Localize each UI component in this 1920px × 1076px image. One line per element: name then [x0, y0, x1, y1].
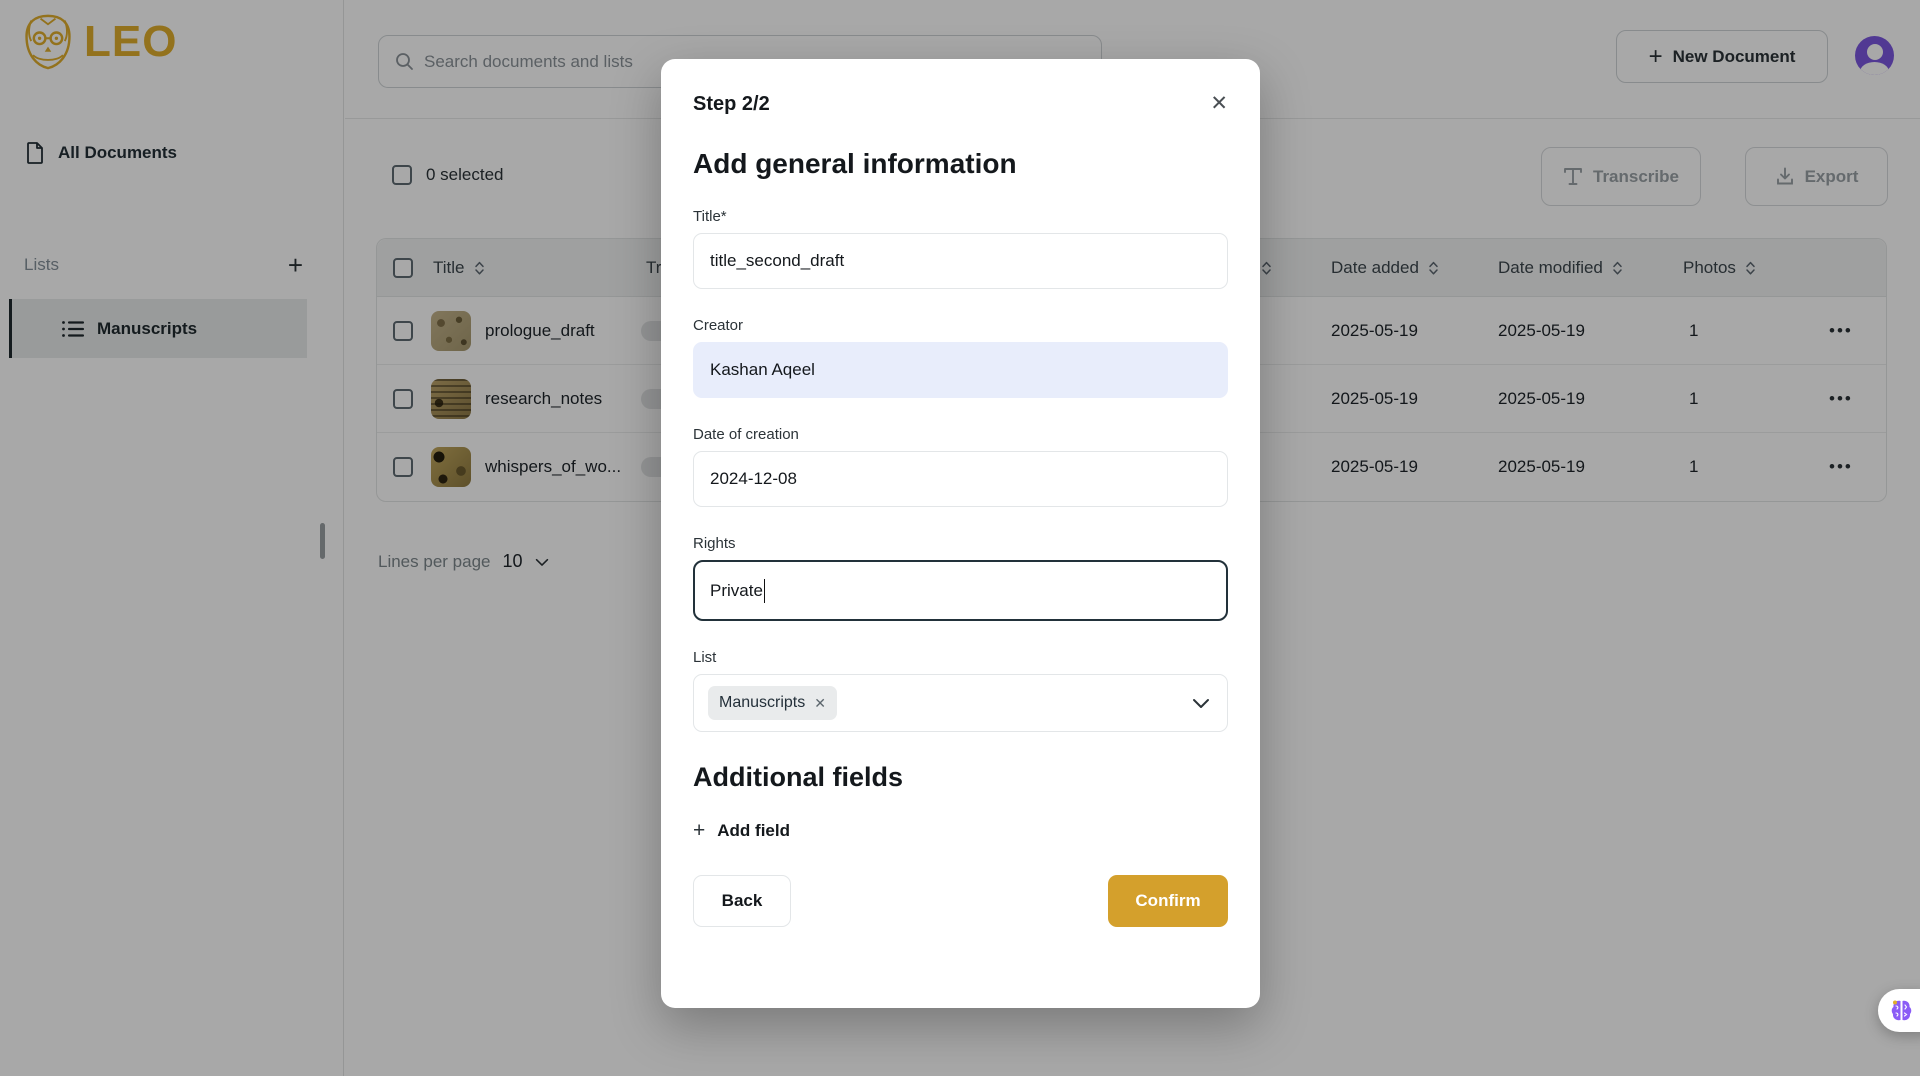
rights-input-value: Private — [710, 581, 763, 601]
list-chip-label: Manuscripts — [719, 694, 805, 712]
chevron-down-icon[interactable] — [1192, 696, 1210, 710]
app-root: LEO All Documents Lists + — [0, 0, 1920, 1076]
add-field-button[interactable]: + Add field — [693, 819, 1228, 843]
close-icon[interactable]: ✕ — [1210, 93, 1228, 114]
date-of-creation-input[interactable] — [693, 451, 1228, 507]
add-field-label: Add field — [717, 821, 790, 841]
plus-icon: + — [693, 819, 705, 843]
rights-input[interactable]: Private — [693, 560, 1228, 621]
creator-field-label: Creator — [693, 317, 1228, 334]
confirm-button[interactable]: Confirm — [1108, 875, 1228, 927]
creator-input[interactable] — [693, 342, 1228, 398]
rights-field-label: Rights — [693, 535, 1228, 552]
list-field-label: List — [693, 649, 1228, 666]
brain-icon — [1888, 998, 1915, 1024]
modal-heading: Add general information — [693, 148, 1228, 180]
chip-remove-icon[interactable]: ✕ — [814, 695, 826, 712]
text-caret — [764, 579, 766, 603]
assistant-widget[interactable] — [1878, 989, 1920, 1032]
title-input[interactable] — [693, 233, 1228, 289]
modal-step-label: Step 2/2 — [693, 93, 770, 116]
additional-fields-heading: Additional fields — [693, 762, 1228, 793]
date-of-creation-field-label: Date of creation — [693, 426, 1228, 443]
back-button[interactable]: Back — [693, 875, 791, 927]
list-select[interactable]: Manuscripts ✕ — [693, 674, 1228, 732]
add-information-modal: Step 2/2 ✕ Add general information Title… — [661, 59, 1260, 1008]
list-chip: Manuscripts ✕ — [708, 686, 837, 720]
title-field-label: Title* — [693, 208, 1228, 225]
